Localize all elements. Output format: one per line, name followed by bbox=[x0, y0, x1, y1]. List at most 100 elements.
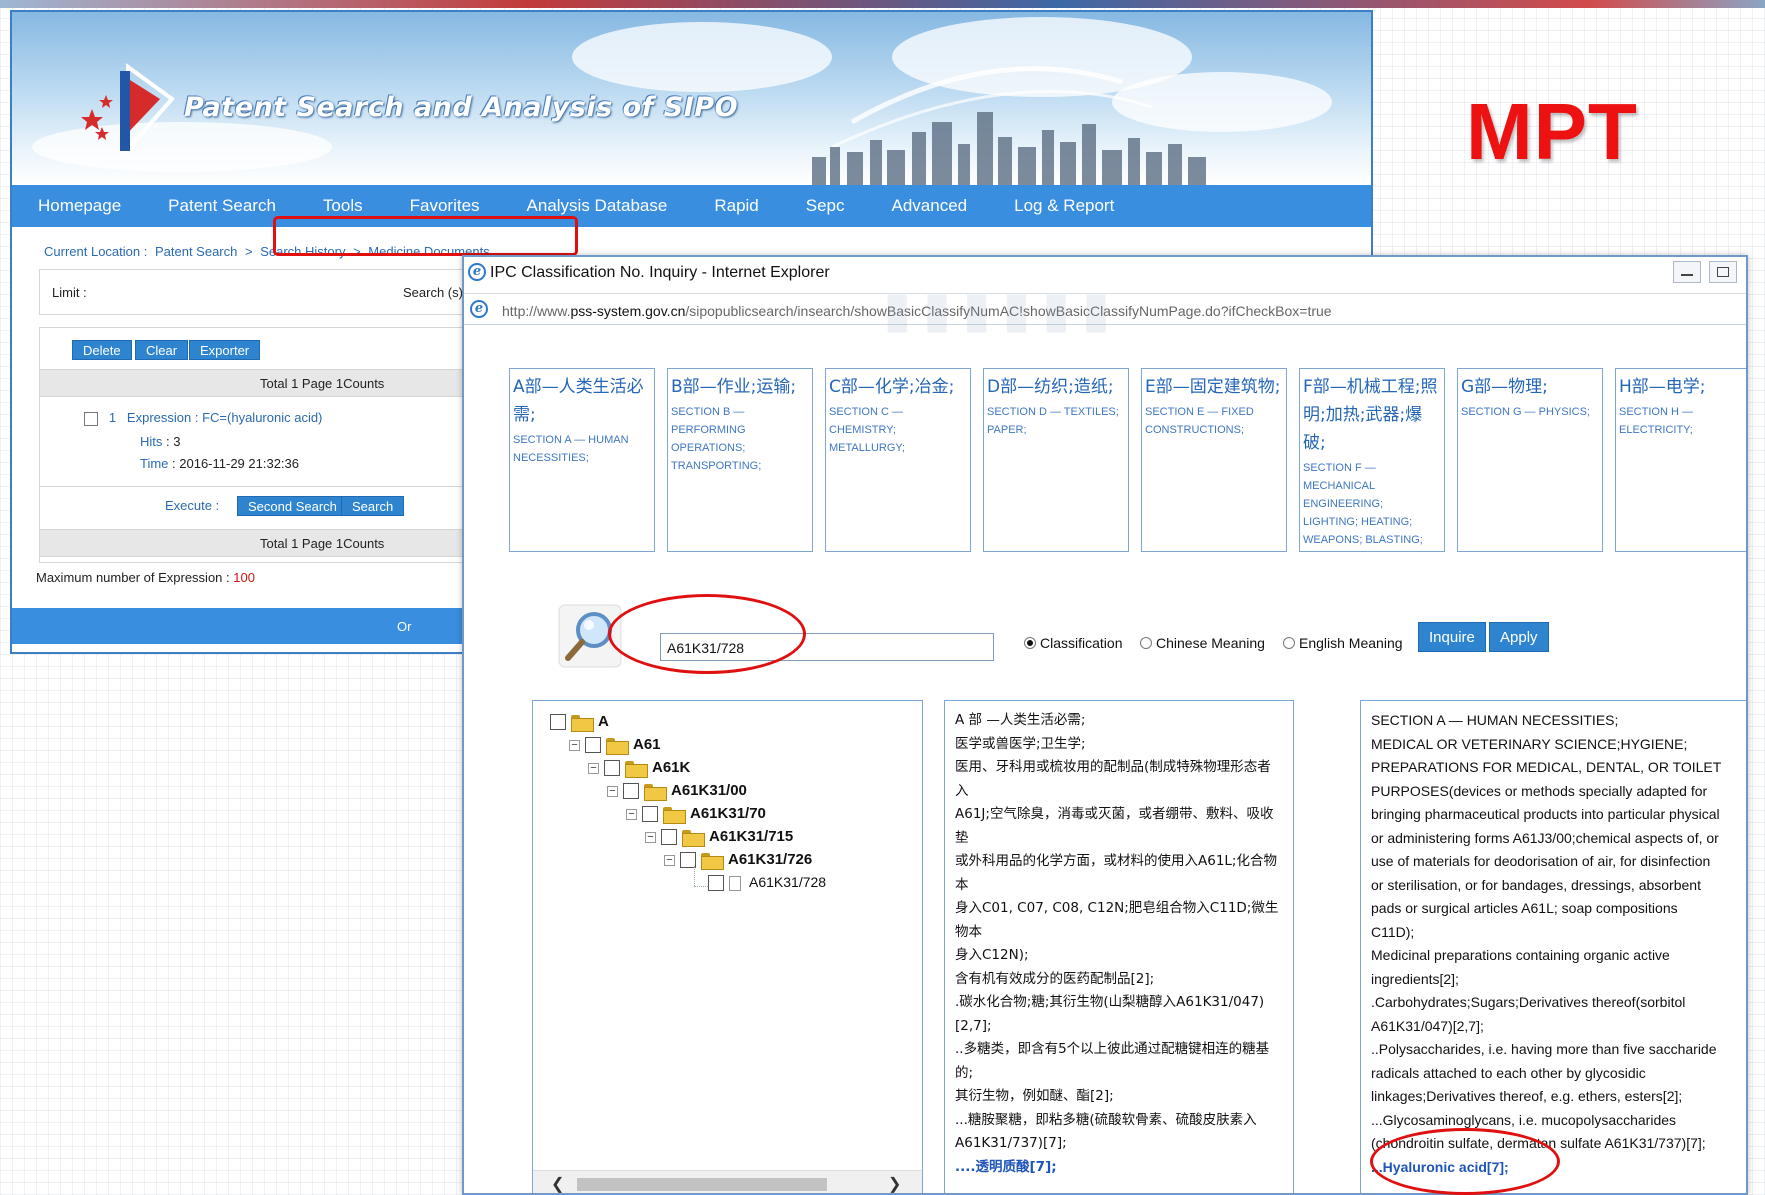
tree-checkbox[interactable] bbox=[623, 783, 639, 800]
page-icon: e bbox=[470, 300, 488, 318]
breadcrumb-patent-search[interactable]: Patent Search bbox=[155, 244, 237, 259]
tree-node[interactable]: A bbox=[550, 713, 609, 732]
nav-patent-search[interactable]: Patent Search bbox=[168, 196, 276, 216]
annotation-highlight-breadcrumb bbox=[273, 216, 578, 256]
max-expression-value: 100 bbox=[233, 570, 255, 585]
radio-chinese-meaning[interactable]: Chinese Meaning bbox=[1140, 635, 1265, 651]
section-f-en: SECTION F — MECHANICAL ENGINEERING; LIGH… bbox=[1303, 462, 1423, 546]
tree-node[interactable]: − A61K bbox=[588, 759, 690, 778]
url-prefix: http://www. bbox=[502, 303, 571, 319]
zh-line: .碳水化合物;糖;其衍生物(山梨糖醇入A61K31/047)[2,7]; bbox=[955, 994, 1265, 1034]
section-card-f[interactable]: F部—机械工程;照明;加热;武器;爆破; SECTION F — MECHANI… bbox=[1299, 368, 1445, 552]
en-line: linkages;Derivatives thereof, e.g. ether… bbox=[1371, 1088, 1683, 1104]
horizontal-scrollbar[interactable]: ❮ ❯ bbox=[533, 1170, 922, 1193]
collapse-toggle-icon[interactable]: − bbox=[569, 739, 580, 751]
tree-node[interactable]: − A61K31/70 bbox=[626, 805, 766, 824]
search-label: Search (s) bbox=[403, 285, 463, 300]
site-title: Patent Search and Analysis of SIPO bbox=[184, 92, 739, 123]
section-card-b[interactable]: B部—作业;运输; SECTION B — PERFORMING OPERATI… bbox=[667, 368, 813, 552]
tree-node[interactable]: − A61 bbox=[569, 736, 661, 755]
nav-sepc[interactable]: Sepc bbox=[806, 196, 845, 216]
time-row: Time : 2016-11-29 21:32:36 bbox=[140, 456, 299, 471]
tree-checkbox[interactable] bbox=[585, 737, 601, 754]
section-h-en: SECTION H — ELECTRICITY; bbox=[1619, 406, 1693, 436]
tree-checkbox[interactable] bbox=[708, 875, 724, 892]
section-e-en: SECTION E — FIXED CONSTRUCTIONS; bbox=[1145, 406, 1254, 436]
section-card-e[interactable]: E部—固定建筑物; SECTION E — FIXED CONSTRUCTION… bbox=[1141, 368, 1287, 552]
radio-english-meaning[interactable]: English Meaning bbox=[1283, 635, 1403, 651]
search-button[interactable]: Search bbox=[341, 496, 405, 516]
collapse-toggle-icon[interactable]: − bbox=[645, 831, 656, 843]
zh-line: 医学或兽医学;卫生学; bbox=[955, 735, 1086, 752]
nav-analysis-database[interactable]: Analysis Database bbox=[527, 196, 668, 216]
nav-log-report[interactable]: Log & Report bbox=[1014, 196, 1114, 216]
top-decorative-strip bbox=[0, 0, 1765, 8]
tree-checkbox[interactable] bbox=[550, 714, 566, 731]
tree-node[interactable]: − A61K31/715 bbox=[645, 828, 793, 847]
delete-button[interactable]: Delete bbox=[72, 340, 132, 360]
tree-checkbox[interactable] bbox=[642, 806, 658, 823]
hits-label: Hits bbox=[140, 434, 163, 449]
apply-button[interactable]: Apply bbox=[1489, 622, 1549, 652]
section-card-a[interactable]: A部—人类生活必需; SECTION A — HUMAN NECESSITIES… bbox=[509, 368, 655, 552]
nav-tools[interactable]: Tools bbox=[323, 196, 363, 216]
zh-line: 或外科用品的化学方面，或材料的使用入A61L;化合物本 bbox=[955, 853, 1277, 893]
collapse-toggle-icon[interactable]: − bbox=[607, 785, 618, 797]
radio-label: Classification bbox=[1040, 635, 1123, 651]
section-a-zh: A部—人类生活必需; bbox=[513, 377, 644, 425]
exporter-button[interactable]: Exporter bbox=[189, 340, 261, 360]
section-card-d[interactable]: D部—纺织;造纸; SECTION D — TEXTILES; PAPER; bbox=[983, 368, 1129, 552]
tree-checkbox[interactable] bbox=[604, 760, 620, 777]
section-a-en: SECTION A — HUMAN NECESSITIES; bbox=[513, 434, 629, 464]
nav-favorites[interactable]: Favorites bbox=[410, 196, 480, 216]
radio-button[interactable] bbox=[1140, 637, 1152, 649]
collapse-toggle-icon[interactable]: − bbox=[588, 762, 599, 774]
radio-classification[interactable]: Classification bbox=[1024, 635, 1122, 651]
collapse-toggle-icon[interactable]: − bbox=[664, 854, 675, 866]
section-card-h[interactable]: H部—电学; SECTION H — ELECTRICITY; bbox=[1615, 368, 1746, 552]
tree-node[interactable]: − A61K31/00 bbox=[607, 782, 747, 801]
zh-line: 含有机有效成分的医药配制品[2]; bbox=[955, 970, 1155, 987]
ipc-inquiry-window: e IPC Classification No. Inquiry - Inter… bbox=[462, 255, 1748, 1195]
zh-highlight-line: ....透明质酸[7]; bbox=[955, 1158, 1057, 1175]
tree-checkbox[interactable] bbox=[661, 829, 677, 846]
clear-button[interactable]: Clear bbox=[135, 340, 189, 360]
time-value: : 2016-11-29 21:32:36 bbox=[172, 456, 300, 471]
expression-label: Expression : bbox=[126, 410, 199, 425]
en-line: Medicinal preparations containing organi… bbox=[1371, 947, 1670, 963]
background-watermark: ▮ ▮ ▮ ▮ ▮ ▮ bbox=[884, 284, 1110, 337]
section-b-en: SECTION B — PERFORMING OPERATIONS; TRANS… bbox=[671, 406, 762, 472]
en-line: PURPOSES(devices or methods specially ad… bbox=[1371, 782, 1708, 799]
tree-node[interactable]: − A61K31/726 bbox=[664, 851, 812, 870]
section-card-c[interactable]: C部—化学;冶金; SECTION C — CHEMISTRY; METALLU… bbox=[825, 368, 971, 552]
total-count-text: Total 1 Page 1Counts bbox=[260, 536, 385, 551]
nav-rapid[interactable]: Rapid bbox=[714, 196, 758, 216]
zh-line: 其衍生物，例如醚、酯[2]; bbox=[955, 1088, 1114, 1104]
en-line: .Carbohydrates;Sugars;Derivatives thereo… bbox=[1371, 994, 1686, 1010]
folder-icon bbox=[701, 852, 724, 870]
annotation-circle-hyaluronic bbox=[1370, 1128, 1560, 1195]
radio-button[interactable] bbox=[1024, 637, 1036, 649]
nav-advanced[interactable]: Advanced bbox=[892, 196, 968, 216]
tree-node-selected[interactable]: A61K31/728 bbox=[708, 874, 826, 892]
section-f-zh: F部—机械工程;照明;加热;武器;爆破; bbox=[1303, 377, 1438, 453]
inquire-button[interactable]: Inquire bbox=[1418, 622, 1486, 652]
en-line: or sterilisation, or for bandages, dress… bbox=[1371, 876, 1701, 893]
scroll-left-icon[interactable]: ❮ bbox=[551, 1174, 564, 1193]
expression-value[interactable]: FC=(hyaluronic acid) bbox=[202, 410, 322, 425]
nav-homepage[interactable]: Homepage bbox=[38, 196, 121, 216]
section-card-g[interactable]: G部—物理; SECTION G — PHYSICS; bbox=[1457, 368, 1603, 552]
entry-checkbox[interactable] bbox=[84, 411, 98, 426]
minimize-button[interactable] bbox=[1673, 261, 1701, 283]
scrollbar-thumb[interactable] bbox=[577, 1178, 827, 1191]
en-line: bringing pharmaceutical products into pa… bbox=[1371, 806, 1720, 822]
second-search-button[interactable]: Second Search bbox=[237, 496, 348, 516]
section-g-zh: G部—物理; bbox=[1461, 377, 1548, 397]
tree-node-label: A bbox=[598, 713, 609, 730]
scroll-right-icon[interactable]: ❯ bbox=[888, 1174, 901, 1193]
zh-line: A 部 —人类生活必需; bbox=[955, 712, 1086, 728]
main-navbar: Homepage Patent Search Tools Favorites A… bbox=[12, 185, 1371, 227]
radio-button[interactable] bbox=[1283, 637, 1295, 649]
collapse-toggle-icon[interactable]: − bbox=[626, 808, 637, 820]
maximize-button[interactable] bbox=[1709, 261, 1737, 283]
